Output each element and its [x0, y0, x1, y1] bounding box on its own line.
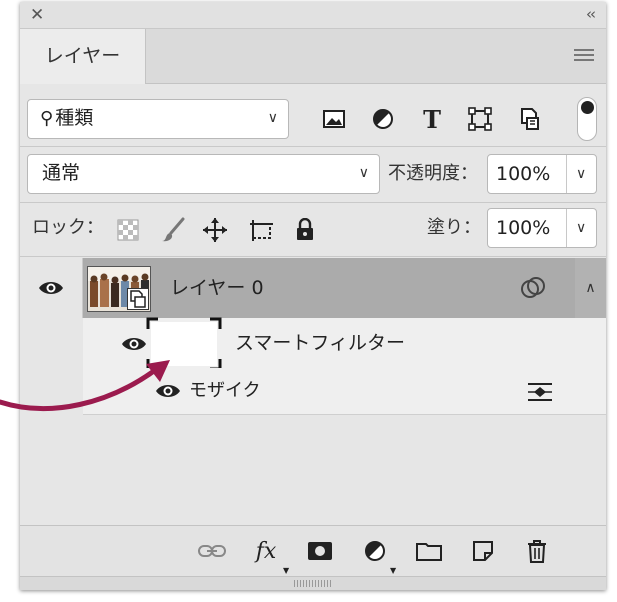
type-filter-icon[interactable]: T	[416, 102, 448, 136]
delete-icon[interactable]	[520, 534, 554, 568]
visibility-column	[20, 258, 83, 318]
adjustment-layer-icon[interactable]	[358, 534, 392, 568]
opacity-label: 不透明度：	[388, 163, 478, 184]
tab-layers[interactable]: レイヤー	[20, 29, 146, 84]
resize-handle[interactable]	[20, 576, 606, 590]
selected-layer-background	[83, 258, 575, 318]
smart-object-filter-icon[interactable]	[513, 102, 545, 136]
eye-icon[interactable]	[155, 382, 181, 400]
opacity-value[interactable]: 100%	[496, 155, 550, 193]
smart-filter-indicator-icon	[521, 277, 545, 298]
fx-icon[interactable]: fx	[249, 534, 283, 568]
layer-name[interactable]: レイヤー 0	[170, 258, 264, 318]
blend-mode-select[interactable]: 通常 ∨	[27, 154, 380, 194]
smart-filters-label: スマートフィルター	[235, 332, 406, 354]
eye-icon[interactable]	[38, 279, 64, 297]
filter-kind-select[interactable]: ⚲ 種類 ∨	[27, 99, 289, 139]
panel-titlebar: ✕ ‹‹	[20, 2, 606, 29]
panel-menu-icon[interactable]	[574, 49, 594, 63]
collapse-icon[interactable]: ‹‹	[586, 5, 596, 23]
blend-mode-value: 通常	[42, 162, 81, 184]
layers-list: レイヤー 0 ∧ スマートフィルター モザイク	[20, 258, 606, 525]
link-layers-icon[interactable]	[195, 534, 229, 568]
lock-artboard-icon[interactable]	[247, 208, 277, 252]
layer-row[interactable]: レイヤー 0 ∧	[20, 258, 606, 318]
fill-value[interactable]: 100%	[496, 209, 550, 247]
fill-field[interactable]: 100% ∨	[487, 208, 597, 248]
smart-object-badge-icon	[127, 288, 149, 310]
fill-label: 塗り：	[427, 217, 481, 238]
new-group-icon[interactable]	[412, 534, 446, 568]
adjustment-menu-triangle-icon: ▼	[390, 566, 397, 575]
filter-kind-value: 種類	[55, 107, 94, 129]
lock-all-icon[interactable]	[290, 208, 320, 252]
filter-toggle[interactable]	[577, 97, 597, 141]
layers-bottom-bar: fx ▼ ▼	[20, 525, 606, 576]
image-filter-icon[interactable]	[318, 102, 350, 136]
lock-label: ロック：	[32, 217, 104, 238]
opacity-field[interactable]: 100% ∨	[487, 154, 597, 194]
lock-image-pixels-icon[interactable]	[158, 208, 188, 252]
shape-filter-icon[interactable]	[464, 102, 496, 136]
layer-mask-icon[interactable]	[303, 534, 337, 568]
layers-panel: ✕ ‹‹ レイヤー ⚲ 種類 ∨ T 通常 ∨ 不透明度： 100% ∨ ロック：	[20, 2, 606, 590]
lock-transparent-pixels-icon[interactable]	[113, 208, 143, 252]
filter-blending-options-icon[interactable]	[527, 382, 553, 402]
tab-bar: レイヤー	[20, 29, 606, 84]
eye-icon[interactable]	[121, 335, 147, 353]
adjustment-filter-icon[interactable]	[367, 102, 399, 136]
chevron-down-icon: ∨	[267, 110, 278, 126]
filter-row[interactable]: モザイク	[83, 368, 606, 415]
smart-filters-row[interactable]: スマートフィルター	[83, 317, 606, 371]
chevron-down-icon: ∨	[358, 165, 369, 181]
new-layer-icon[interactable]	[466, 534, 500, 568]
collapse-effects-icon[interactable]: ∧	[575, 258, 606, 318]
lock-position-icon[interactable]	[200, 208, 230, 252]
close-icon[interactable]: ✕	[30, 6, 44, 24]
chevron-down-icon[interactable]: ∨	[576, 155, 586, 193]
fx-menu-triangle-icon: ▼	[283, 566, 290, 575]
search-icon: ⚲	[40, 108, 54, 129]
chevron-down-icon[interactable]: ∨	[576, 209, 586, 247]
filter-name: モザイク	[189, 380, 261, 401]
smart-filter-mask-thumbnail[interactable]	[146, 317, 222, 371]
